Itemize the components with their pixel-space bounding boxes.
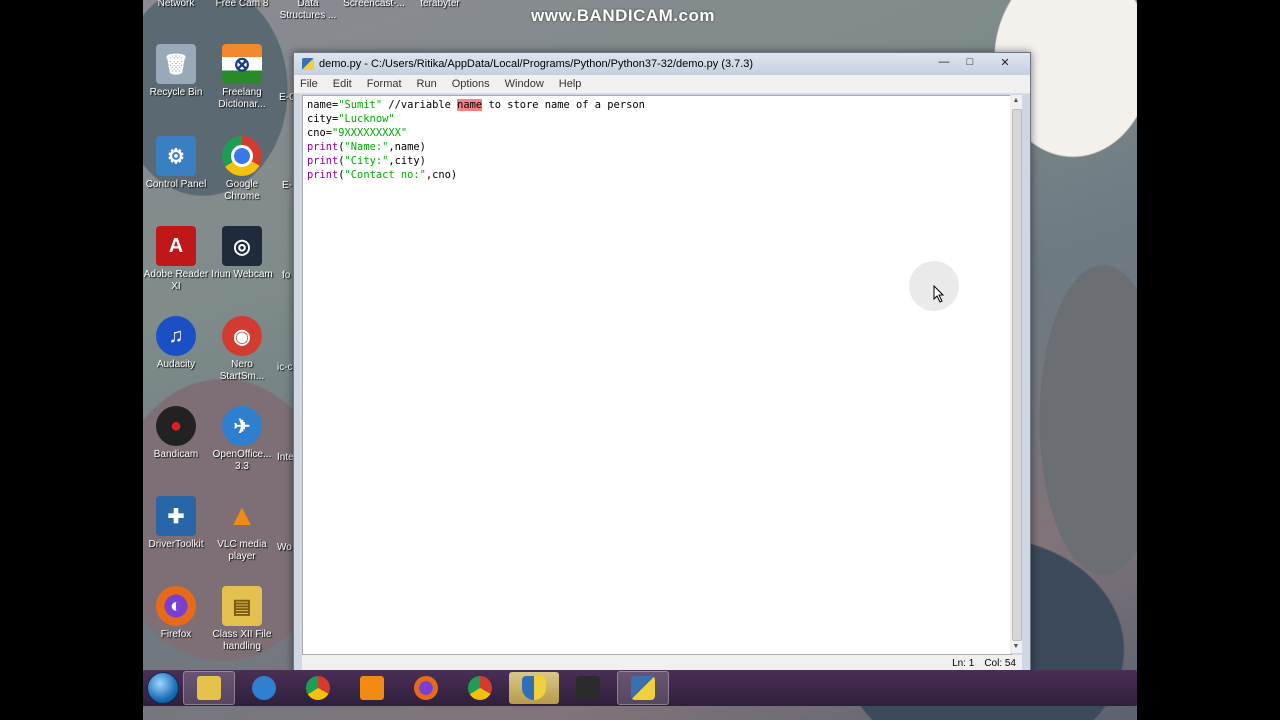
status-bar: Ln: 1 Col: 54: [302, 655, 1022, 671]
desktop-icon-openoffice[interactable]: ✈ OpenOffice... 3.3: [209, 406, 275, 473]
close-button[interactable]: ✕: [984, 54, 1026, 70]
taskbar-media-player[interactable]: [347, 672, 397, 704]
iriun-webcam-icon: ◎: [222, 226, 262, 266]
code-line-6: print("Contact no:",cno): [307, 168, 458, 181]
desktop-icon-class-xii[interactable]: ▤ Class XII File handling: [209, 586, 275, 653]
chrome-icon: [306, 676, 330, 700]
scroll-up-icon[interactable]: ▲: [1010, 95, 1022, 107]
code-line-4: print("Name:",name): [307, 140, 426, 153]
desktop-label-terabyter[interactable]: terabyter: [407, 0, 473, 10]
audacity-icon: ♫: [156, 316, 196, 356]
chrome-icon: [222, 136, 262, 176]
firefox-icon: ◐: [156, 586, 196, 626]
shield-icon: [522, 676, 546, 700]
menu-bar: File Edit Format Run Options Window Help: [294, 75, 1030, 94]
menu-options[interactable]: Options: [452, 78, 490, 90]
desktop-icon-audacity[interactable]: ♫ Audacity: [143, 316, 209, 371]
code-line-1: name="Sumit" //variable name to store na…: [307, 99, 645, 111]
taskbar-explorer[interactable]: [183, 671, 235, 705]
menu-edit[interactable]: Edit: [333, 78, 352, 90]
taskbar-internet-explorer[interactable]: [239, 672, 289, 704]
recycle-bin-icon: 🗑: [156, 44, 196, 84]
taskbar: [143, 670, 1137, 706]
code-line-3: cno="9XXXXXXXXX": [307, 126, 408, 139]
bandicam-watermark: www.BANDICAM.com: [531, 6, 715, 25]
desktop-partial-label[interactable]: Inte: [277, 452, 294, 463]
status-line: Ln: 1: [952, 657, 975, 669]
python-file-icon: [302, 58, 314, 70]
taskbar-chrome[interactable]: [293, 672, 343, 704]
desktop-label-screencast[interactable]: Screencast-...: [341, 0, 407, 10]
desktop-partial-label[interactable]: fo: [282, 270, 290, 281]
window-title: demo.py - C:/Users/Ritika/AppData/Local/…: [319, 58, 754, 70]
windows-orb-icon: [147, 672, 179, 704]
media-player-icon: [360, 676, 384, 700]
folder-icon: ▤: [222, 586, 262, 626]
menu-run[interactable]: Run: [417, 78, 437, 90]
drivertoolkit-icon: ✚: [156, 496, 196, 536]
control-panel-icon: ⚙: [156, 136, 196, 176]
adobe-reader-icon: A: [156, 226, 196, 266]
desktop: Network Free Cam 8 Data Structures ... S…: [143, 0, 1137, 720]
desktop-icon-bandicam[interactable]: ● Bandicam: [143, 406, 209, 461]
search-highlight: name: [457, 99, 483, 111]
desktop-label-free-cam[interactable]: Free Cam 8: [209, 0, 275, 10]
desktop-icon-google-chrome[interactable]: Google Chrome: [209, 136, 275, 203]
freelang-flag-icon: ⊗: [222, 44, 262, 84]
menu-file[interactable]: File: [300, 78, 318, 90]
media-app-icon: [576, 676, 600, 700]
taskbar-security-shield[interactable]: [509, 672, 559, 704]
desktop-label-network[interactable]: Network: [143, 0, 209, 10]
taskbar-firefox[interactable]: [401, 672, 451, 704]
desktop-icon-nero[interactable]: ◉ Nero StartSm...: [209, 316, 275, 383]
desktop-icon-vlc[interactable]: ▲ VLC media player: [209, 496, 275, 563]
menu-format[interactable]: Format: [367, 78, 402, 90]
code-line-5: print("City:",city): [307, 154, 426, 167]
code-line-2: city="Lucknow": [307, 112, 395, 125]
firefox-icon: [414, 676, 438, 700]
vertical-scrollbar[interactable]: ▲ ▼: [1010, 95, 1022, 653]
nero-icon: ◉: [222, 316, 262, 356]
taskbar-media-app[interactable]: [563, 672, 613, 704]
vlc-cone-icon: ▲: [227, 499, 257, 532]
window-titlebar[interactable]: demo.py - C:/Users/Ritika/AppData/Local/…: [294, 53, 1030, 75]
desktop-icon-adobe-reader[interactable]: A Adobe Reader XI: [143, 226, 209, 293]
chrome-icon: [468, 676, 492, 700]
internet-explorer-icon: [252, 676, 276, 700]
openoffice-icon: ✈: [222, 406, 262, 446]
desktop-icon-freelang[interactable]: ⊗ Freelang Dictionar...: [209, 44, 275, 111]
desktop-icon-control-panel[interactable]: ⚙ Control Panel: [143, 136, 209, 191]
desktop-partial-label[interactable]: E-: [282, 180, 292, 191]
desktop-label-data-structures[interactable]: Data Structures ...: [275, 0, 341, 22]
taskbar-python-idle[interactable]: [617, 671, 669, 705]
desktop-icon-iriun-webcam[interactable]: ◎ Iriun Webcam: [209, 226, 275, 281]
start-button[interactable]: [143, 670, 183, 706]
desktop-icon-recycle-bin[interactable]: 🗑 Recycle Bin: [143, 44, 209, 99]
desktop-partial-label[interactable]: Wo: [277, 542, 292, 553]
maximize-button[interactable]: □: [958, 54, 982, 70]
code-editor[interactable]: name="Sumit" //variable name to store na…: [302, 95, 1012, 655]
explorer-icon: [197, 676, 221, 700]
python-icon: [631, 676, 655, 700]
bandicam-icon: ●: [156, 406, 196, 446]
desktop-partial-label[interactable]: ic-c: [277, 362, 293, 373]
menu-help[interactable]: Help: [559, 78, 582, 90]
desktop-icon-drivertoolkit[interactable]: ✚ DriverToolkit: [143, 496, 209, 551]
desktop-icon-firefox[interactable]: ◐ Firefox: [143, 586, 209, 641]
idle-editor-window: demo.py - C:/Users/Ritika/AppData/Local/…: [293, 52, 1031, 674]
scrollbar-thumb[interactable]: [1012, 109, 1022, 641]
menu-window[interactable]: Window: [505, 78, 544, 90]
taskbar-chrome-2[interactable]: [455, 672, 505, 704]
scroll-down-icon[interactable]: ▼: [1010, 641, 1022, 653]
mouse-pointer-icon: [933, 285, 945, 303]
status-col: Col: 54: [984, 657, 1016, 669]
minimize-button[interactable]: —: [932, 54, 956, 70]
